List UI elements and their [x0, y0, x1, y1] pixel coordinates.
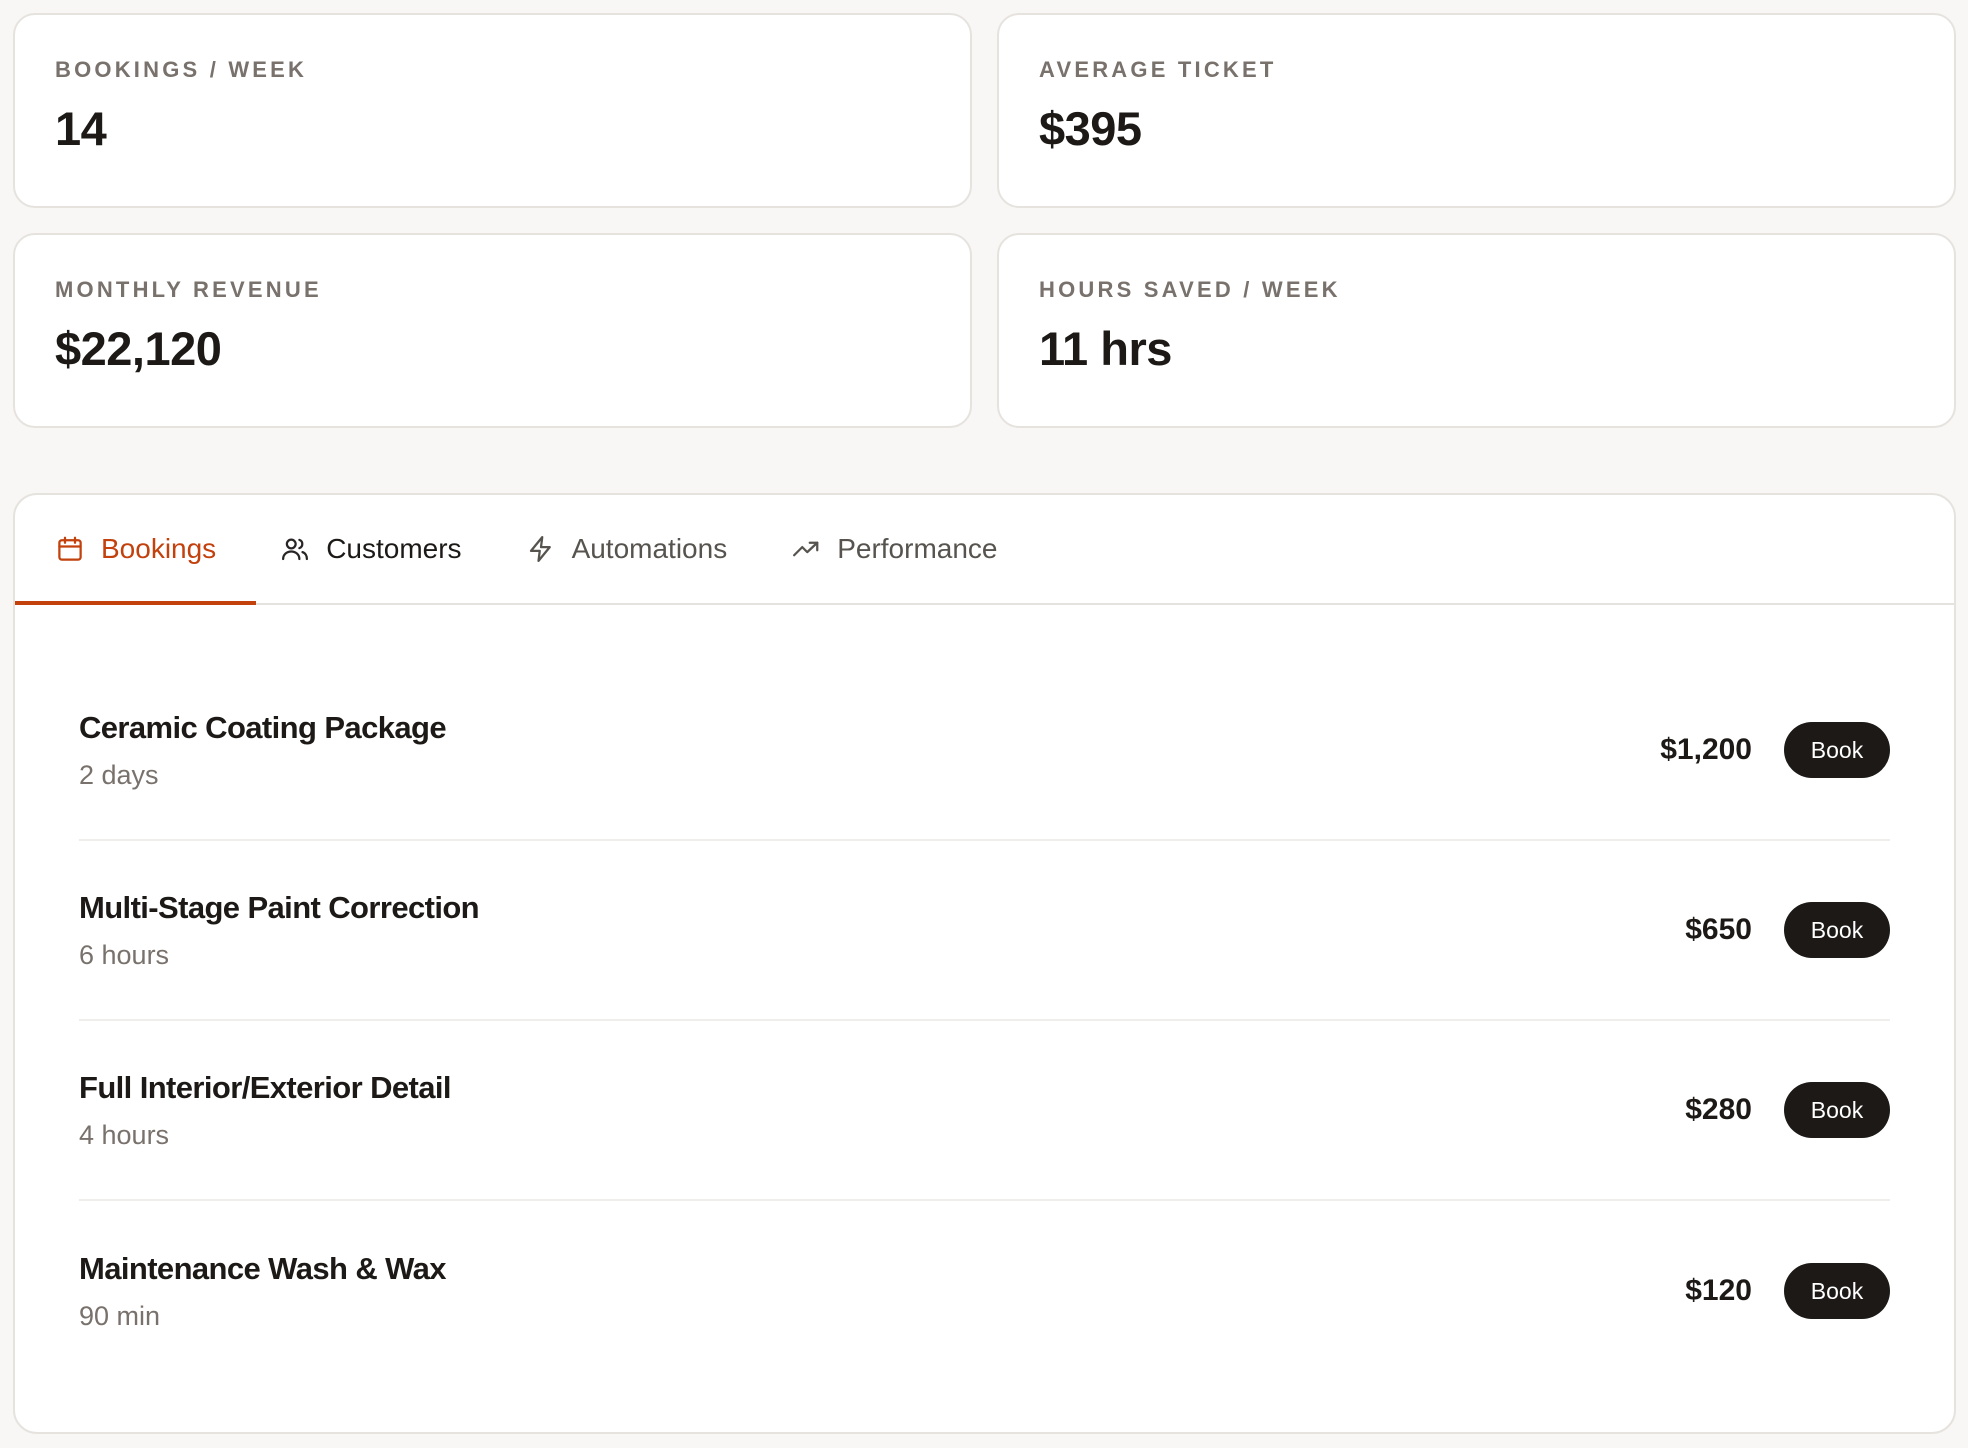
stat-card-average-ticket: AVERAGE TICKET $395 — [997, 13, 1956, 208]
service-info: Maintenance Wash & Wax 90 min — [79, 1250, 447, 1332]
tab-label: Customers — [326, 533, 462, 564]
stat-card-hours-saved: HOURS SAVED / WEEK 11 hrs — [997, 233, 1956, 428]
stat-value: $22,120 — [55, 322, 222, 375]
tab-performance[interactable]: Performance — [791, 495, 998, 603]
stat-card-monthly-revenue: MONTHLY REVENUE $22,120 — [13, 233, 972, 428]
stat-value: $395 — [1039, 102, 1142, 155]
stats-grid: BOOKINGS / WEEK 14 AVERAGE TICKET $395 M… — [13, 13, 1956, 428]
service-row: Multi-Stage Paint Correction 6 hours $65… — [79, 841, 1890, 1021]
book-button[interactable]: Book — [1784, 1263, 1890, 1319]
service-name: Multi-Stage Paint Correction — [79, 889, 480, 925]
stat-label: BOOKINGS / WEEK — [55, 57, 308, 82]
service-row: Maintenance Wash & Wax 90 min $120 Book — [79, 1201, 1890, 1381]
tab-customers[interactable]: Customers — [280, 495, 462, 603]
service-actions: $120 Book — [1685, 1263, 1890, 1319]
tab-label: Automations — [571, 533, 728, 564]
stat-label: MONTHLY REVENUE — [55, 277, 322, 302]
tab-label: Bookings — [101, 533, 217, 564]
service-info: Ceramic Coating Package 2 days — [79, 709, 447, 791]
tab-automations[interactable]: Automations — [526, 495, 728, 603]
stat-value: 14 — [55, 102, 107, 155]
service-name: Ceramic Coating Package — [79, 709, 447, 745]
service-row: Full Interior/Exterior Detail 4 hours $2… — [79, 1021, 1890, 1201]
service-info: Full Interior/Exterior Detail 4 hours — [79, 1069, 452, 1151]
lightning-icon — [526, 534, 556, 564]
tab-bar: Bookings Customers Automations Performan… — [15, 495, 1954, 605]
book-button[interactable]: Book — [1784, 902, 1890, 958]
service-name: Full Interior/Exterior Detail — [79, 1069, 452, 1105]
book-button[interactable]: Book — [1784, 722, 1890, 778]
service-price: $120 — [1685, 1274, 1752, 1307]
service-actions: $280 Book — [1685, 1082, 1890, 1138]
stat-label: HOURS SAVED / WEEK — [1039, 277, 1341, 302]
tab-label: Performance — [837, 533, 998, 564]
service-duration: 90 min — [79, 1300, 161, 1331]
services-panel: Bookings Customers Automations Performan… — [13, 493, 1956, 1434]
stat-value: 11 hrs — [1039, 322, 1172, 375]
service-actions: $650 Book — [1685, 902, 1890, 958]
service-duration: 2 days — [79, 759, 159, 790]
service-list: Ceramic Coating Package 2 days $1,200 Bo… — [15, 605, 1954, 1381]
service-duration: 4 hours — [79, 1119, 170, 1150]
stat-label: AVERAGE TICKET — [1039, 57, 1277, 82]
tab-bookings[interactable]: Bookings — [15, 495, 257, 605]
book-button[interactable]: Book — [1784, 1082, 1890, 1138]
stat-card-bookings-per-week: BOOKINGS / WEEK 14 — [13, 13, 972, 208]
service-price: $650 — [1685, 913, 1752, 946]
service-actions: $1,200 Book — [1660, 722, 1890, 778]
calendar-icon — [55, 534, 85, 564]
service-row: Ceramic Coating Package 2 days $1,200 Bo… — [79, 661, 1890, 841]
service-duration: 6 hours — [79, 939, 170, 970]
trending-up-icon — [791, 534, 821, 564]
users-icon — [280, 534, 310, 564]
service-price: $280 — [1685, 1093, 1752, 1126]
service-name: Maintenance Wash & Wax — [79, 1250, 447, 1286]
service-price: $1,200 — [1660, 733, 1752, 766]
service-info: Multi-Stage Paint Correction 6 hours — [79, 889, 480, 971]
